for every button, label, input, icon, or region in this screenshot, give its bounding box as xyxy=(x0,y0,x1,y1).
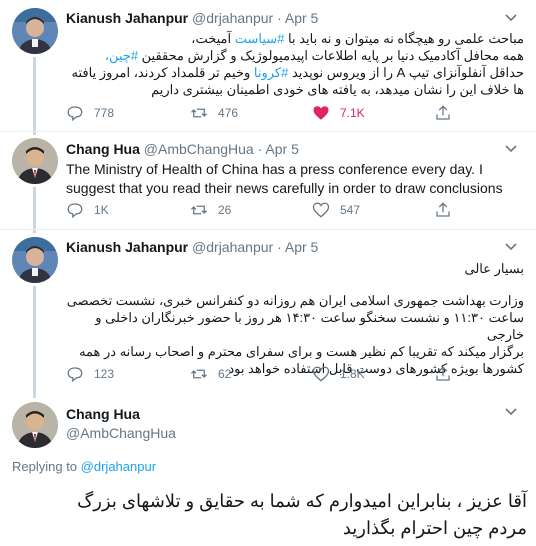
avatar[interactable] xyxy=(12,402,58,448)
tweet-actions: 123 62 1.8K xyxy=(66,365,486,385)
tweet-text-line: برگزار میکند که تقریبا کم نظیر هست و برا… xyxy=(79,344,524,359)
reply-count: 778 xyxy=(94,106,115,120)
separator-dot: · xyxy=(277,10,282,26)
retweet-icon xyxy=(191,108,207,118)
heart-icon xyxy=(312,366,330,382)
tweet-1[interactable]: Kianush Jahanpur @drjahanpur · Apr 5 مبا… xyxy=(0,0,536,135)
reply-button[interactable]: 1K xyxy=(66,201,109,219)
tweet-header: Chang Hua @AmbChangHua · Apr 5 xyxy=(66,141,299,157)
retweet-icon xyxy=(191,369,207,379)
hashtag-link[interactable]: #کرونا xyxy=(254,65,288,80)
user-handle[interactable]: @AmbChangHua xyxy=(66,425,176,441)
reply-count: 123 xyxy=(94,367,115,381)
like-count: 1.8K xyxy=(340,367,365,381)
retweet-button[interactable]: 476 xyxy=(190,104,238,122)
main-tweet-text-line: آقا عزیز ، بنابراین امیدوارم که شما به ح… xyxy=(77,491,527,511)
tweet-date[interactable]: Apr 5 xyxy=(265,141,298,157)
tweet-actions: 1K 26 547 xyxy=(66,201,486,221)
tweet-text-line: همه محافل آکادمیک دنیا بر پایه اطلاعات ا… xyxy=(104,48,524,63)
heart-filled-icon xyxy=(313,106,329,120)
divider xyxy=(0,229,536,230)
display-name[interactable]: Kianush Jahanpur xyxy=(66,239,188,255)
main-tweet-text-line: مردم چین احترام بگذارید xyxy=(342,518,527,538)
avatar[interactable] xyxy=(12,138,58,184)
separator-dot: · xyxy=(257,141,263,157)
tweet-header: Chang Hua @AmbChangHua xyxy=(66,406,176,441)
replying-label: Replying to xyxy=(12,459,78,474)
share-button[interactable] xyxy=(434,201,462,219)
reply-icon xyxy=(67,367,83,383)
tweet-header: Kianush Jahanpur @drjahanpur · Apr 5 xyxy=(66,10,318,26)
display-name[interactable]: Kianush Jahanpur xyxy=(66,10,188,26)
share-button[interactable] xyxy=(434,104,462,122)
share-icon xyxy=(436,366,450,381)
chevron-down-icon[interactable] xyxy=(504,406,518,418)
retweet-count: 476 xyxy=(218,106,239,120)
divider xyxy=(0,131,536,132)
display-name[interactable]: Chang Hua xyxy=(66,406,176,422)
share-icon xyxy=(436,105,450,120)
hashtag-link[interactable]: #سیاست xyxy=(235,31,285,46)
share-button[interactable] xyxy=(434,365,462,383)
heart-icon xyxy=(312,202,330,218)
tweet-text-line: ساعت ۱۱:۳۰ و نشست سخنگو ساعت ۱۴:۳۰ هر رو… xyxy=(95,310,524,342)
like-count: 547 xyxy=(340,203,361,217)
share-icon xyxy=(436,202,450,217)
like-button[interactable]: 7.1K xyxy=(312,104,365,122)
tweet-text-line: مباحث علمی رو هیچگاه نه میتوان و نه باید… xyxy=(191,31,524,46)
hashtag-link[interactable]: #چین، xyxy=(105,48,138,63)
separator-dot: · xyxy=(277,239,282,255)
avatar-chang-image xyxy=(12,402,58,448)
replying-to: Replying to @drjahanpur xyxy=(12,459,156,474)
avatar[interactable] xyxy=(12,237,58,283)
tweet-date[interactable]: Apr 5 xyxy=(285,10,318,26)
retweet-button[interactable]: 26 xyxy=(190,201,231,219)
retweet-count: 62 xyxy=(218,367,232,381)
retweet-button[interactable]: 62 xyxy=(190,365,231,383)
tweet-date[interactable]: Apr 5 xyxy=(285,239,318,255)
reply-icon xyxy=(67,203,83,219)
replying-to-link[interactable]: @drjahanpur xyxy=(81,459,156,474)
avatar-kianush-image xyxy=(12,237,58,283)
reply-icon xyxy=(67,106,83,122)
tweet-header: Kianush Jahanpur @drjahanpur · Apr 5 xyxy=(66,239,318,255)
like-button[interactable]: 1.8K xyxy=(312,365,365,383)
display-name[interactable]: Chang Hua xyxy=(66,141,140,157)
reply-button[interactable]: 123 xyxy=(66,365,114,383)
tweet-text-line: وزارت بهداشت جمهوری اسلامی ایران هم روزا… xyxy=(66,293,524,308)
user-handle[interactable]: @drjahanpur xyxy=(192,239,273,255)
tweet-2[interactable]: Chang Hua @AmbChangHua · Apr 5 The Minis… xyxy=(0,131,536,233)
chevron-down-icon[interactable] xyxy=(504,12,518,24)
tweet-text-line: حداقل آنفلوآنزای تیپ A را از ویروس نوپدی… xyxy=(71,65,525,80)
avatar[interactable] xyxy=(12,8,58,54)
tweet-3[interactable]: Kianush Jahanpur @drjahanpur · Apr 5 بسی… xyxy=(0,229,536,398)
retweet-icon xyxy=(191,205,207,215)
avatar-kianush-image xyxy=(12,8,58,54)
tweet-text: The Ministry of Health of China has a pr… xyxy=(66,161,503,196)
retweet-count: 26 xyxy=(218,203,232,217)
like-button[interactable]: 547 xyxy=(312,201,360,219)
tweet-greeting: بسیار عالی xyxy=(464,261,524,276)
avatar-chang-image xyxy=(12,138,58,184)
chevron-down-icon[interactable] xyxy=(504,143,518,155)
thread-line xyxy=(33,57,36,135)
tweet-actions: 778 476 7.1K xyxy=(66,104,486,124)
chevron-down-icon[interactable] xyxy=(504,241,518,253)
tweet-text-line: ها خلاف این را نشان میدهد، به یافته های … xyxy=(151,82,524,97)
user-handle[interactable]: @drjahanpur xyxy=(192,10,273,26)
thread-line xyxy=(33,187,36,233)
reply-button[interactable]: 778 xyxy=(66,104,114,122)
thread-line xyxy=(33,286,36,398)
tweet-text: مباحث علمی رو هیچگاه نه میتوان و نه باید… xyxy=(66,30,525,98)
user-handle[interactable]: @AmbChangHua xyxy=(144,141,254,157)
reply-count: 1K xyxy=(94,203,109,217)
like-count: 7.1K xyxy=(340,106,365,120)
main-tweet-text: آقا عزیز ، بنابراین امیدوارم که شما به ح… xyxy=(12,488,527,542)
